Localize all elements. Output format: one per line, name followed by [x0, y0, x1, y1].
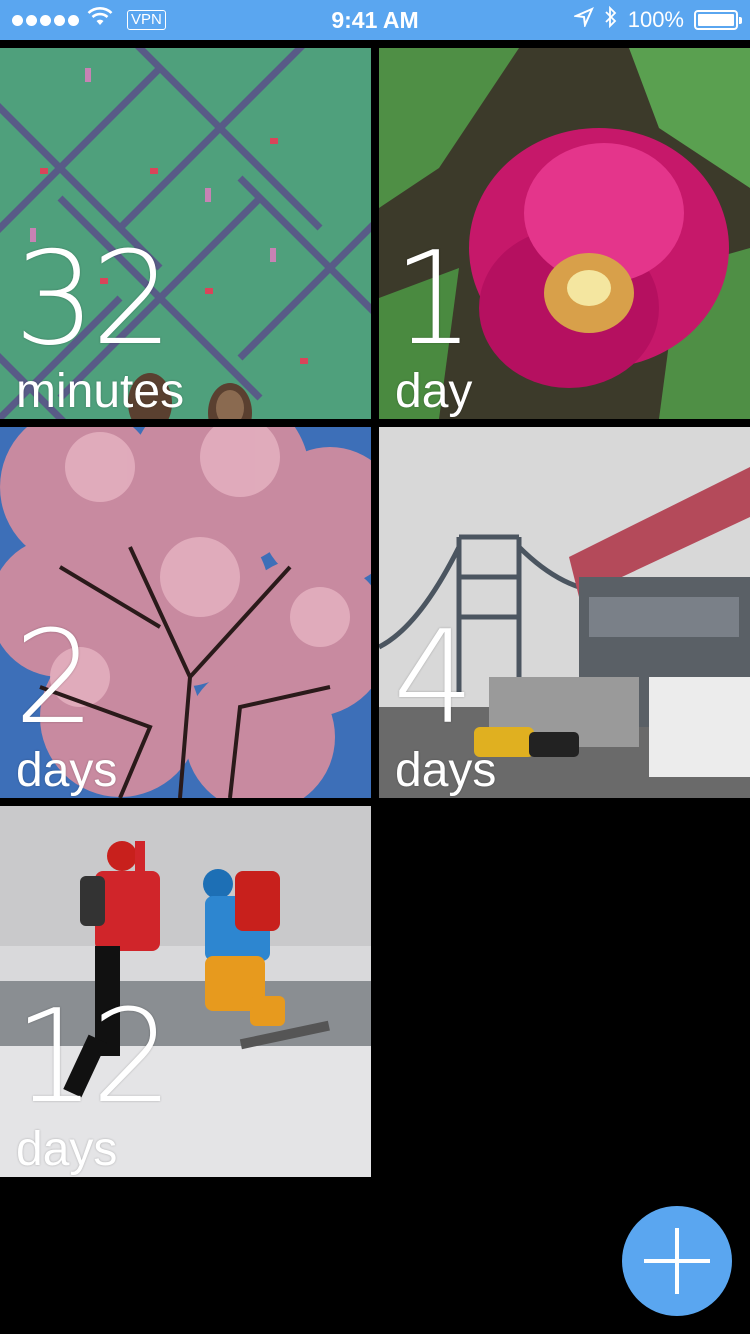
app-screen: VPN 9:41 AM 100% 32 minutes 1 day 2 days…	[0, 0, 750, 1334]
bluetooth-icon	[604, 5, 618, 34]
countdown-tile[interactable]: 12 days	[0, 806, 371, 1177]
tile-unit: days	[16, 1123, 118, 1176]
tile-count: 32	[14, 225, 173, 374]
tile-unit: day	[395, 365, 473, 418]
countdown-tile[interactable]: 4 days	[379, 427, 750, 798]
location-arrow-icon	[571, 7, 594, 33]
tile-unit: days	[16, 744, 118, 797]
countdown-tile[interactable]: 2 days	[0, 427, 371, 798]
add-button[interactable]	[622, 1206, 732, 1316]
tile-unit: days	[395, 744, 497, 797]
tile-count: 1	[393, 225, 474, 374]
tile-count: 4	[393, 604, 474, 753]
battery-percent: 100%	[627, 7, 684, 32]
tile-count: 2	[14, 604, 95, 753]
countdown-tile[interactable]: 32 minutes	[0, 48, 371, 419]
countdown-tile[interactable]: 1 day	[379, 48, 750, 419]
status-bar: VPN 9:41 AM 100%	[0, 0, 750, 40]
tile-unit: minutes	[16, 365, 185, 418]
battery-icon	[694, 10, 742, 30]
tile-count: 12	[14, 983, 173, 1132]
status-right: 100%	[571, 0, 742, 40]
